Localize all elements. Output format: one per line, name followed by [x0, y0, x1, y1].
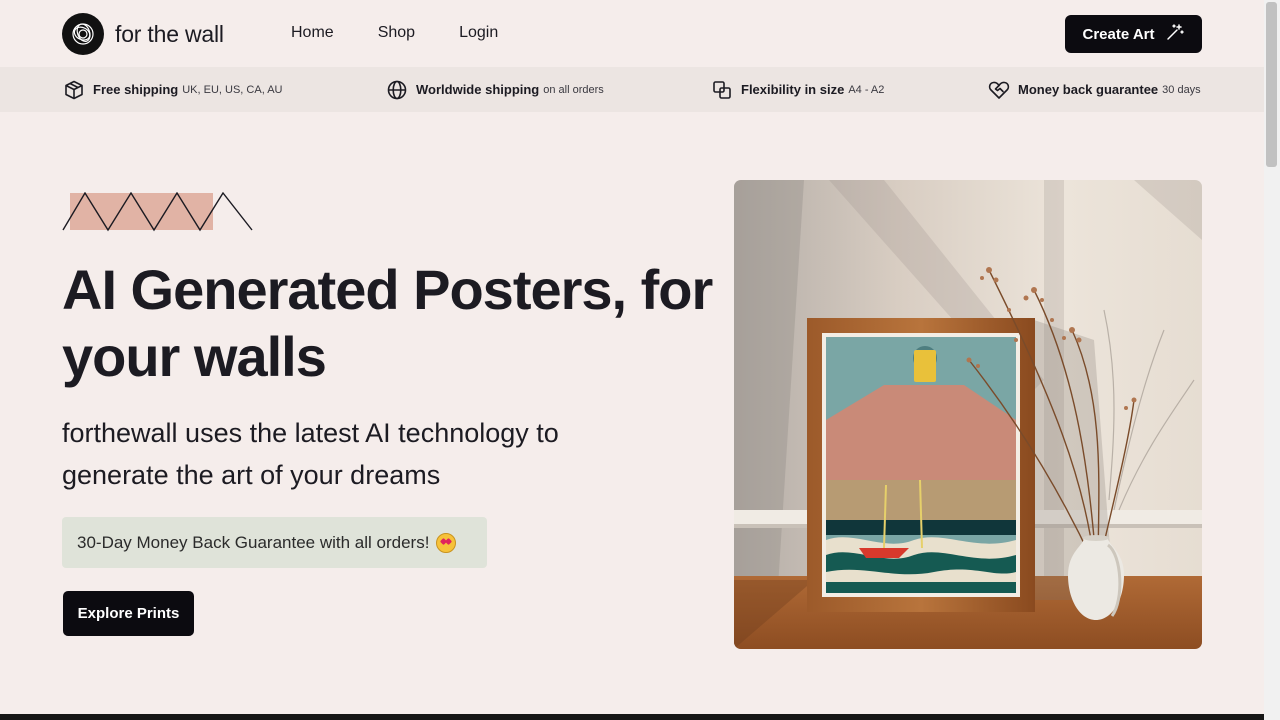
zigzag-decoration [62, 191, 254, 237]
feature-free-shipping: Free shipping UK, EU, US, CA, AU [63, 67, 282, 112]
nav-login-link[interactable]: Login [459, 24, 498, 42]
logo-scribble-icon [62, 13, 104, 55]
scrollbar-thumb[interactable] [1266, 2, 1277, 167]
feature-sub: 30 days [1162, 83, 1201, 96]
nav-links: Home Shop Login [291, 24, 542, 42]
feature-title: Flexibility in size [741, 82, 845, 97]
feature-sub: on all orders [543, 83, 604, 96]
guarantee-text: 30-Day Money Back Guarantee with all ord… [77, 532, 430, 552]
hero-title: AI Generated Posters, for your walls [62, 258, 713, 388]
feature-title: Money back guarantee [1018, 82, 1159, 97]
create-art-label: Create Art [1082, 25, 1155, 43]
create-art-button[interactable]: Create Art [1065, 15, 1202, 53]
resize-icon [711, 79, 733, 101]
hero-subtitle: forthewall uses the latest AI technology… [62, 418, 559, 490]
feature-title: Free shipping [93, 82, 179, 97]
box-icon [63, 79, 85, 101]
feature-sub: A4 - A2 [848, 83, 885, 96]
globe-icon [386, 79, 408, 101]
nav-home-link[interactable]: Home [291, 24, 334, 42]
feature-worldwide-shipping: Worldwide shipping on all orders [386, 67, 604, 112]
magic-wand-icon [1166, 23, 1185, 45]
logo-link[interactable]: for the wall [62, 13, 224, 55]
hero-poster-image [734, 180, 1202, 649]
feature-size-flexibility: Flexibility in size A4 - A2 [711, 67, 884, 112]
page-bottom-edge [0, 714, 1264, 720]
top-nav: for the wall Home Shop Login Create Art [0, 0, 1264, 67]
guarantee-banner: 30-Day Money Back Guarantee with all ord… [62, 517, 487, 568]
heart-handshake-icon [988, 79, 1010, 101]
features-bar: Free shipping UK, EU, US, CA, AU Worldwi… [0, 67, 1264, 112]
feature-sub: UK, EU, US, CA, AU [182, 83, 283, 96]
star-struck-emoji-icon [436, 532, 457, 553]
explore-prints-button[interactable]: Explore Prints [63, 591, 194, 636]
page-scrollbar[interactable] [1264, 0, 1280, 720]
logo-text: for the wall [115, 20, 224, 47]
nav-shop-link[interactable]: Shop [378, 24, 415, 42]
feature-title: Worldwide shipping [416, 82, 540, 97]
feature-money-back: Money back guarantee 30 days [988, 67, 1201, 112]
